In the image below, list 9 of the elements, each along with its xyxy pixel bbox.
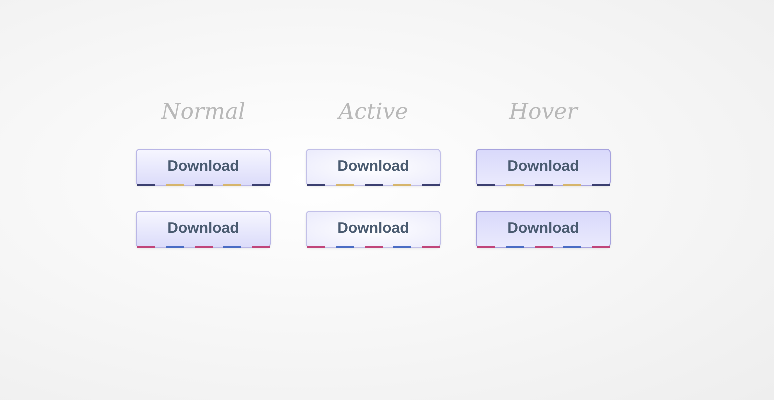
state-label: Hover (509, 99, 578, 127)
download-button[interactable]: Download (136, 149, 271, 186)
download-button[interactable]: Download (136, 211, 271, 248)
state-label: Normal (161, 99, 246, 127)
download-button[interactable]: Download (476, 211, 611, 248)
download-button[interactable]: Download (306, 149, 441, 186)
download-button[interactable]: Download (476, 149, 611, 186)
download-button[interactable]: Download (306, 211, 441, 248)
state-label: Active (338, 99, 408, 127)
